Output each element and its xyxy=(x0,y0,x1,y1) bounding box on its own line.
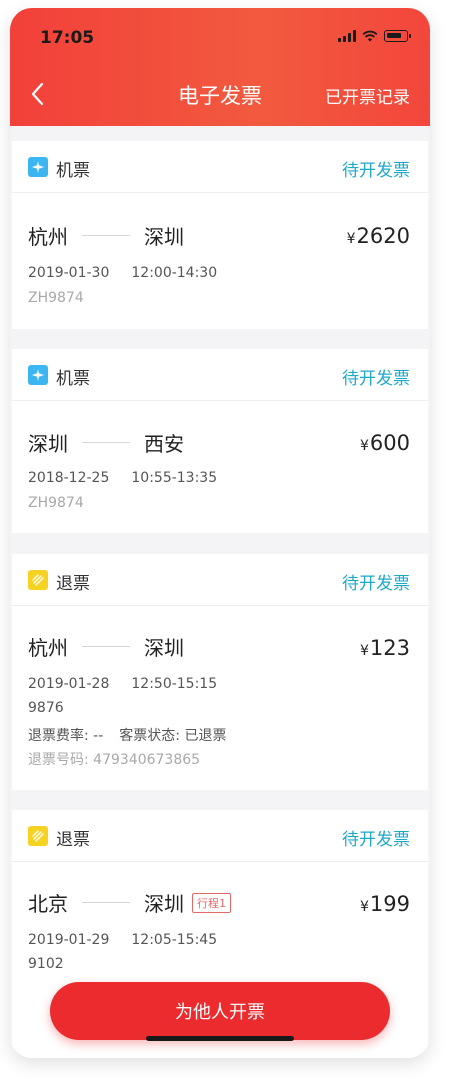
ticket-status: 客票状态: 已退票 xyxy=(119,728,227,744)
home-indicator xyxy=(146,1036,294,1041)
card-header: 机票 待开发票 xyxy=(12,141,428,193)
price: ¥199 xyxy=(360,892,410,916)
price-value: 600 xyxy=(369,431,410,455)
header: 17:05 电子发票 已开票记录 xyxy=(10,8,430,126)
date-time: 2019-01-28 12:50-15:15 xyxy=(28,676,217,692)
phone-screen: 17:05 电子发票 已开票记录 机票 待开发票 杭州 深圳 ¥2620 201… xyxy=(10,8,430,1058)
price: ¥123 xyxy=(360,636,410,660)
card-header: 退票 待开发票 xyxy=(12,810,428,862)
route-line xyxy=(82,235,130,236)
refund-fee-rate: 退票费率: -- xyxy=(28,728,104,744)
flight-number: 9102 xyxy=(28,956,64,972)
invoice-history-link[interactable]: 已开票记录 xyxy=(325,83,410,108)
nav-bar: 电子发票 已开票记录 xyxy=(10,72,430,116)
status-icons xyxy=(338,30,411,42)
ticket-type-label: 机票 xyxy=(56,369,90,389)
flight-time: 12:50-15:15 xyxy=(131,676,218,692)
route-line xyxy=(82,442,130,443)
destination-city: 深圳 xyxy=(144,636,184,660)
origin-city: 杭州 xyxy=(28,636,68,660)
invoice-for-others-button[interactable]: 为他人开票 xyxy=(50,982,390,1040)
flight-time: 12:00-14:30 xyxy=(131,265,218,281)
flight-number: 9876 xyxy=(28,700,64,716)
ticket-type-label: 机票 xyxy=(56,161,90,181)
date-time: 2019-01-29 12:05-15:45 xyxy=(28,932,217,948)
signal-icon xyxy=(338,30,356,42)
route: 北京 深圳 行程1 xyxy=(28,888,231,917)
ticket-card[interactable]: 机票 待开发票 深圳 西安 ¥600 2018-12-25 10:55-13:35… xyxy=(12,349,428,533)
card-header: 机票 待开发票 xyxy=(12,349,428,401)
ticket-type-label: 退票 xyxy=(56,830,90,850)
currency-symbol: ¥ xyxy=(359,438,369,454)
price: ¥2620 xyxy=(347,224,410,248)
pending-invoice-link[interactable]: 待开发票 xyxy=(342,156,410,181)
destination-city: 西安 xyxy=(144,432,184,456)
ticket-card[interactable]: 机票 待开发票 杭州 深圳 ¥2620 2019-01-30 12:00-14:3… xyxy=(12,141,428,329)
destination-city: 深圳 xyxy=(144,225,184,249)
ticket-card[interactable]: 退票 待开发票 杭州 深圳 ¥123 2019-01-28 12:50-15:15… xyxy=(12,554,428,790)
refund-number: 退票号码: 479340673865 xyxy=(28,752,201,768)
price-value: 2620 xyxy=(356,224,410,248)
origin-city: 深圳 xyxy=(28,432,68,456)
status-time: 17:05 xyxy=(40,28,95,48)
refund-icon xyxy=(28,570,48,590)
wifi-icon xyxy=(362,30,378,42)
itinerary-tag: 行程1 xyxy=(192,892,231,913)
flight-date: 2019-01-28 xyxy=(28,676,110,692)
destination-city: 深圳 xyxy=(144,892,184,916)
route-line xyxy=(82,902,130,903)
route: 深圳 西安 xyxy=(28,428,184,457)
flight-time: 10:55-13:35 xyxy=(131,470,218,486)
flight-date: 2019-01-30 xyxy=(28,265,110,281)
origin-city: 杭州 xyxy=(28,225,68,249)
route-line xyxy=(82,646,130,647)
refund-icon xyxy=(28,826,48,846)
airplane-icon xyxy=(28,157,48,177)
flight-number: ZH9874 xyxy=(28,495,84,511)
currency-symbol: ¥ xyxy=(346,231,356,247)
price-value: 199 xyxy=(369,892,410,916)
card-header: 退票 待开发票 xyxy=(12,554,428,606)
pending-invoice-link[interactable]: 待开发票 xyxy=(342,569,410,594)
refund-info: 退票费率: -- 客票状态: 已退票 xyxy=(28,725,226,745)
currency-symbol: ¥ xyxy=(359,643,369,659)
flight-number: ZH9874 xyxy=(28,290,84,306)
price-value: 123 xyxy=(369,636,410,660)
date-time: 2018-12-25 10:55-13:35 xyxy=(28,470,217,486)
ticket-type-label: 退票 xyxy=(56,574,90,594)
flight-time: 12:05-15:45 xyxy=(131,932,218,948)
route: 杭州 深圳 xyxy=(28,632,184,661)
date-time: 2019-01-30 12:00-14:30 xyxy=(28,265,217,281)
battery-icon xyxy=(384,30,411,42)
pending-invoice-link[interactable]: 待开发票 xyxy=(342,364,410,389)
flight-date: 2018-12-25 xyxy=(28,470,110,486)
price: ¥600 xyxy=(360,431,410,455)
currency-symbol: ¥ xyxy=(359,899,369,915)
route: 杭州 深圳 xyxy=(28,221,184,250)
flight-date: 2019-01-29 xyxy=(28,932,110,948)
airplane-icon xyxy=(28,365,48,385)
pending-invoice-link[interactable]: 待开发票 xyxy=(342,825,410,850)
origin-city: 北京 xyxy=(28,892,68,916)
